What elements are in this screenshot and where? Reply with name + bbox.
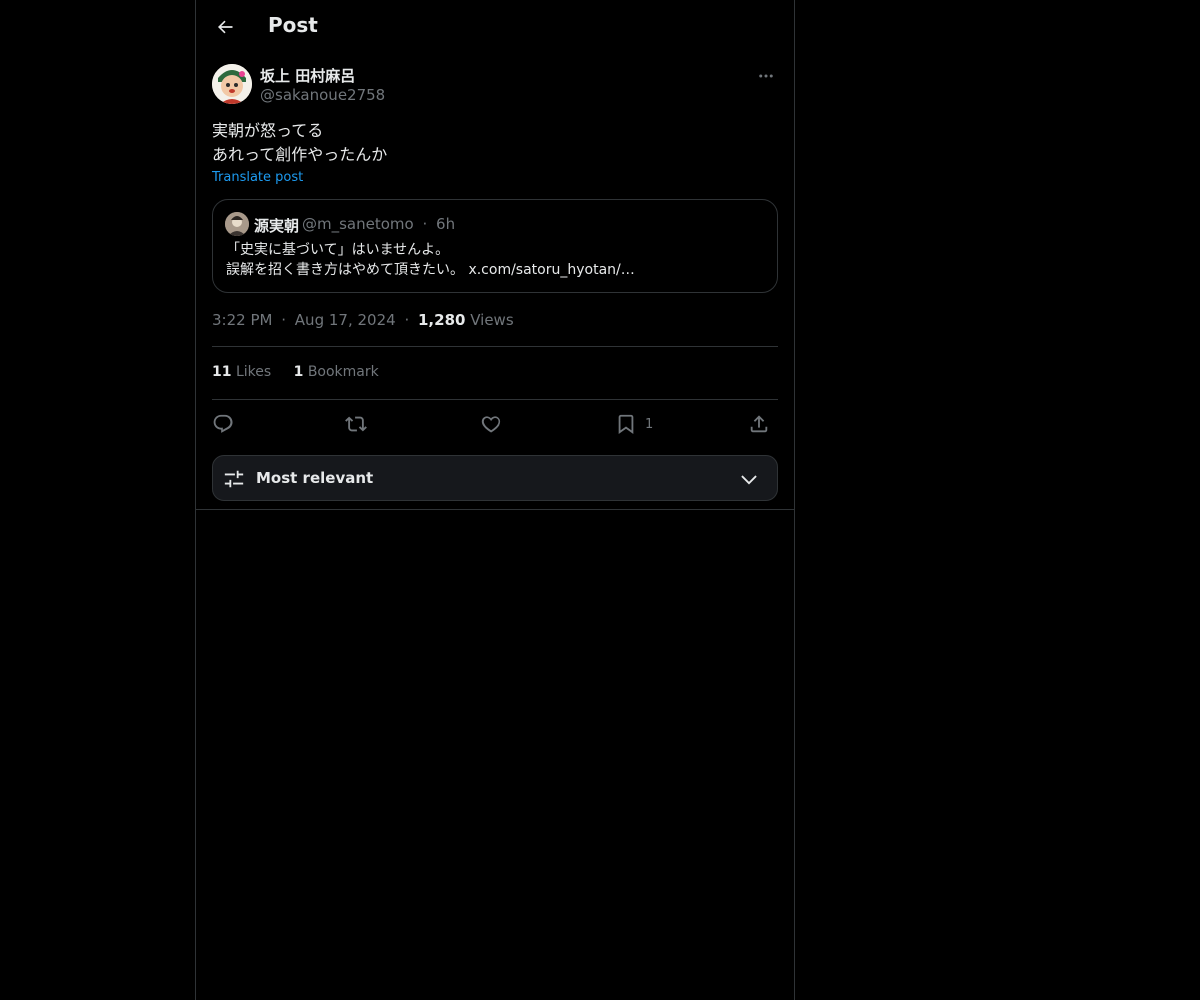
post-meta: 3:22 PM · Aug 17, 2024 · 1,280 Views xyxy=(212,311,514,329)
post-text-line: あれって創作やったんか xyxy=(212,145,388,164)
separator: · xyxy=(404,311,410,329)
separator: · xyxy=(281,311,287,329)
bookmark-button[interactable]: 1 xyxy=(615,410,653,438)
bookmark-icon xyxy=(618,414,634,434)
post-text-line: 実朝が怒ってる xyxy=(212,121,324,140)
post-stats: 11 Likes 1 Bookmark xyxy=(212,364,397,380)
quoted-text-line: 「史実に基づいて」はいませんよ。 xyxy=(226,242,450,258)
quoted-post-text: 「史実に基づいて」はいませんよ。 誤解を招く書き方はやめて頂きたい。 x.com… xyxy=(226,240,766,280)
bookmarks-label: Bookmark xyxy=(307,364,379,380)
share-button[interactable] xyxy=(748,410,770,438)
page-header: Post xyxy=(196,0,794,54)
chevron-down-icon xyxy=(741,475,757,485)
heart-icon xyxy=(481,416,501,433)
bookmarks-stat[interactable]: 1 Bookmark xyxy=(294,364,379,380)
likes-label: Likes xyxy=(235,364,272,380)
likes-stat[interactable]: 11 Likes xyxy=(212,364,271,380)
quoted-author-name: 源実朝 xyxy=(254,217,300,235)
author-name[interactable]: 坂上 田村麻呂 xyxy=(260,65,355,86)
repost-icon xyxy=(345,416,367,432)
like-button[interactable] xyxy=(480,410,502,438)
bookmark-count: 1 xyxy=(645,416,654,432)
post-author: 坂上 田村麻呂 @sakanoue2758 xyxy=(212,64,778,108)
primary-column: Post 坂上 田村麻呂 @sakanoue2758 実朝が怒ってる あれって創… xyxy=(195,0,795,1000)
avatar[interactable] xyxy=(212,64,252,104)
author-handle[interactable]: @sakanoue2758 xyxy=(260,86,385,104)
reply-sort-dropdown[interactable]: Most relevant xyxy=(212,455,778,501)
separator: · xyxy=(422,215,428,233)
sliders-icon xyxy=(224,470,244,488)
views-count: 1,280 xyxy=(418,311,466,329)
post-time[interactable]: 3:22 PM xyxy=(212,311,272,329)
reply-button[interactable] xyxy=(212,410,234,438)
divider xyxy=(212,346,778,347)
page-title: Post xyxy=(268,13,318,37)
reply-icon xyxy=(213,414,233,433)
repost-button[interactable] xyxy=(345,410,367,438)
sort-label: Most relevant xyxy=(256,469,374,487)
likes-count: 11 xyxy=(212,364,232,380)
bookmarks-count: 1 xyxy=(293,364,304,380)
divider xyxy=(212,399,778,400)
post-text: 実朝が怒ってる あれって創作やったんか xyxy=(212,119,778,167)
back-button[interactable] xyxy=(208,10,242,44)
more-button[interactable] xyxy=(754,64,778,88)
translate-post-link[interactable]: Translate post xyxy=(212,170,303,185)
quoted-avatar xyxy=(225,212,249,236)
quoted-author-handle: @m_sanetomo xyxy=(302,215,414,233)
quoted-post-time: 6h xyxy=(436,215,456,233)
quoted-author-meta: @m_sanetomo · 6h xyxy=(302,215,455,233)
views-label: Views xyxy=(470,311,514,329)
quoted-post[interactable]: 源実朝 @m_sanetomo · 6h 「史実に基づいて」はいませんよ。 誤解… xyxy=(212,199,778,293)
share-icon xyxy=(750,415,768,433)
action-bar: 1 xyxy=(212,410,778,438)
divider xyxy=(196,509,794,510)
quoted-text-line: 誤解を招く書き方はやめて頂きたい。 x.com/satoru_hyotan/… xyxy=(226,262,635,278)
arrow-left-icon xyxy=(218,20,233,34)
more-horizontal-icon xyxy=(759,74,773,78)
post-date[interactable]: Aug 17, 2024 xyxy=(295,311,396,329)
